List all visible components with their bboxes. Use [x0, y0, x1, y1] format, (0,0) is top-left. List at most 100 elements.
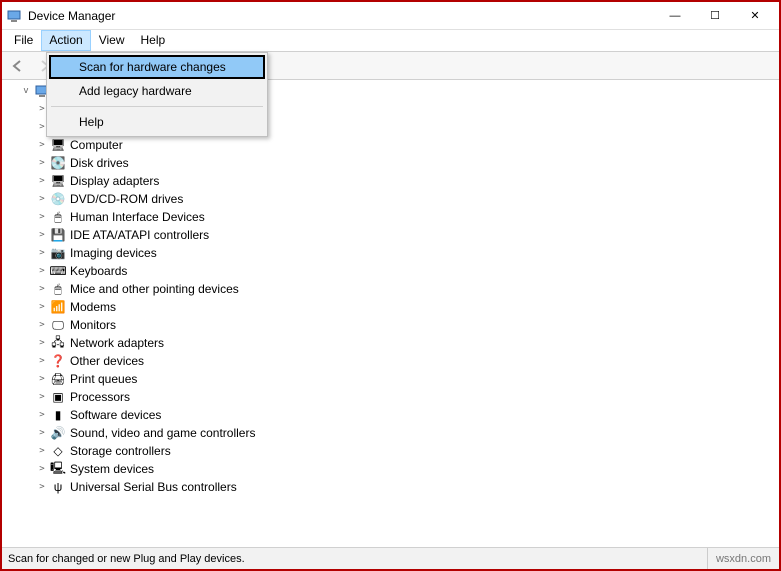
minimize-button[interactable]: — [655, 2, 695, 30]
expander-icon[interactable]: > [36, 230, 48, 240]
tree-node[interactable]: >🖵 Monitors [8, 316, 773, 334]
mouse-icon: 🖱 [50, 281, 66, 297]
window-title: Device Manager [28, 9, 115, 23]
tree-node[interactable]: >◇ Storage controllers [8, 442, 773, 460]
maximize-button[interactable]: ☐ [695, 2, 735, 30]
expander-icon[interactable]: > [36, 374, 48, 384]
tree-node-label: Human Interface Devices [70, 210, 205, 224]
expander-icon[interactable]: > [36, 392, 48, 402]
tree-node[interactable]: >📷 Imaging devices [8, 244, 773, 262]
other-icon: ❓ [50, 353, 66, 369]
expander-icon[interactable]: v [20, 86, 32, 96]
expander-icon[interactable]: > [36, 356, 48, 366]
tree-node-label: Monitors [70, 318, 116, 332]
tree-node-label: Print queues [70, 372, 137, 386]
menu-help[interactable]: Help [133, 30, 174, 51]
status-right: wsxdn.com [707, 548, 779, 569]
expander-icon[interactable]: > [36, 320, 48, 330]
tree-node[interactable]: >🖳 System devices [8, 460, 773, 478]
tree-node[interactable]: >📶 Modems [8, 298, 773, 316]
tree-node[interactable]: >▮ Software devices [8, 406, 773, 424]
expander-icon[interactable]: > [36, 338, 48, 348]
menu-add-legacy[interactable]: Add legacy hardware [49, 79, 265, 103]
expander-icon[interactable]: > [36, 266, 48, 276]
tree-node[interactable]: >⌨Keyboards [8, 262, 773, 280]
back-button[interactable] [6, 55, 30, 77]
computer-icon: 🖥 [50, 137, 66, 153]
tree-node[interactable]: >🔊 Sound, video and game controllers [8, 424, 773, 442]
tree-node-label: Display adapters [70, 174, 159, 188]
menu-action[interactable]: Action [41, 30, 90, 51]
system-icon: 🖳 [50, 461, 66, 477]
expander-icon[interactable]: > [36, 428, 48, 438]
tree-node-label: System devices [70, 462, 154, 476]
software-icon: ▮ [50, 407, 66, 423]
dvd-icon: 💿 [50, 191, 66, 207]
expander-icon[interactable]: > [36, 248, 48, 258]
imaging-icon: 📷 [50, 245, 66, 261]
cpu-icon: ▣ [50, 389, 66, 405]
tree-node-label: Processors [70, 390, 130, 404]
tree-node[interactable]: >🖧 Network adapters [8, 334, 773, 352]
expander-icon[interactable]: > [36, 302, 48, 312]
tree-node-label: IDE ATA/ATAPI controllers [70, 228, 209, 242]
usb-icon: ψ [50, 479, 66, 495]
tree-node[interactable]: >🖱 Human Interface Devices [8, 208, 773, 226]
tree-node[interactable]: >💿 DVD/CD-ROM drives [8, 190, 773, 208]
tree-node-label: Disk drives [70, 156, 129, 170]
tree-node[interactable]: >🖱 Mice and other pointing devices [8, 280, 773, 298]
tree-node-label: Other devices [70, 354, 144, 368]
tree-node[interactable]: >💽 Disk drives [8, 154, 773, 172]
expander-icon[interactable]: > [36, 158, 48, 168]
sound-icon: 🔊 [50, 425, 66, 441]
expander-icon[interactable]: > [36, 464, 48, 474]
close-button[interactable]: ✕ [735, 2, 775, 30]
tree-node-label: Modems [70, 300, 116, 314]
hid-icon: 🖱 [50, 209, 66, 225]
tree-node-label: Mice and other pointing devices [70, 282, 239, 296]
tree-node[interactable]: >🖨 Print queues [8, 370, 773, 388]
tree-node[interactable]: >🖥Computer [8, 136, 773, 154]
status-text: Scan for changed or new Plug and Play de… [2, 553, 707, 565]
tree-node-label: Imaging devices [70, 246, 157, 260]
statusbar: Scan for changed or new Plug and Play de… [2, 547, 779, 569]
display-icon: 🖥 [50, 173, 66, 189]
keyboard-icon: ⌨ [50, 263, 66, 279]
action-dropdown: Scan for hardware changes Add legacy har… [46, 52, 268, 137]
expander-icon[interactable]: > [36, 446, 48, 456]
menu-scan-hardware[interactable]: Scan for hardware changes [49, 55, 265, 79]
menu-file[interactable]: File [6, 30, 41, 51]
tree-node-label: Storage controllers [70, 444, 171, 458]
disk-icon: 💽 [50, 155, 66, 171]
tree-node[interactable]: >❓ Other devices [8, 352, 773, 370]
menu-view[interactable]: View [91, 30, 133, 51]
storage-icon: ◇ [50, 443, 66, 459]
expander-icon[interactable]: > [36, 194, 48, 204]
menu-help-item[interactable]: Help [49, 110, 265, 134]
tree-node-label: DVD/CD-ROM drives [70, 192, 183, 206]
modem-icon: 📶 [50, 299, 66, 315]
menu-separator [51, 106, 263, 107]
tree-node-label: Software devices [70, 408, 161, 422]
expander-icon[interactable]: > [36, 410, 48, 420]
tree-node[interactable]: >▣ Processors [8, 388, 773, 406]
tree-node-label: Network adapters [70, 336, 164, 350]
ide-icon: 💾 [50, 227, 66, 243]
network-icon: 🖧 [50, 335, 66, 351]
device-tree[interactable]: v >🔋Batteries>ᛒBluetooth>🖥Computer>💽Disk… [8, 82, 773, 541]
tree-node-label: Universal Serial Bus controllers [70, 480, 237, 494]
expander-icon[interactable]: > [36, 140, 48, 150]
app-icon [6, 8, 22, 24]
tree-node-label: Sound, video and game controllers [70, 426, 255, 440]
titlebar: Device Manager — ☐ ✕ [2, 2, 779, 30]
print-icon: 🖨 [50, 371, 66, 387]
expander-icon[interactable]: > [36, 212, 48, 222]
expander-icon[interactable]: > [36, 176, 48, 186]
tree-node[interactable]: >🖥 Display adapters [8, 172, 773, 190]
tree-node[interactable]: >ψ Universal Serial Bus controllers [8, 478, 773, 496]
menubar: File Action View Help [2, 30, 779, 52]
monitor-icon: 🖵 [50, 317, 66, 333]
expander-icon[interactable]: > [36, 482, 48, 492]
tree-node[interactable]: >💾 IDE ATA/ATAPI controllers [8, 226, 773, 244]
expander-icon[interactable]: > [36, 284, 48, 294]
